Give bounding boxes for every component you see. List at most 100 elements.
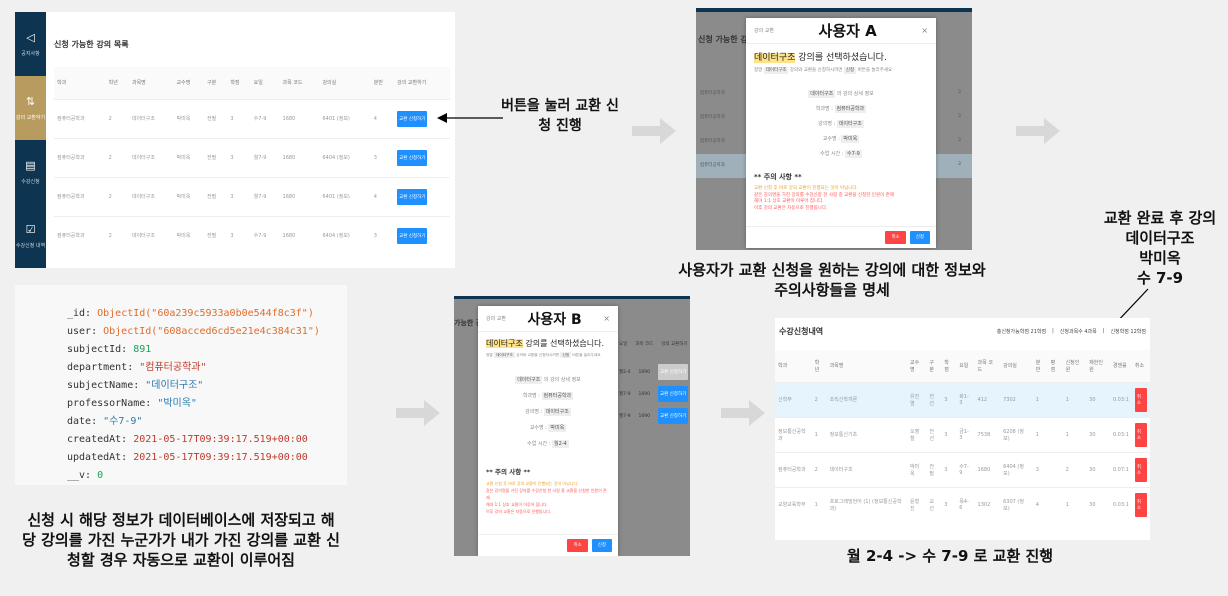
table-cell: 1302 <box>974 486 1001 522</box>
column-header: 경쟁률 <box>1109 350 1132 382</box>
field-value: 수7-9 <box>845 150 862 158</box>
caption-db: 신청 시 해당 정보가 데이터베이스에 저장되고 해당 강의를 가진 누군가가 … <box>22 511 340 569</box>
exchange-request-button[interactable]: 교환 신청하기 <box>657 386 689 402</box>
table-cell: 0.07:1 <box>1109 451 1132 487</box>
table-cell: 데이터구조 <box>826 451 908 487</box>
sidebar-item[interactable]: ◁ 공지사항 <box>15 12 46 76</box>
table-cell: 6404 (정보) <box>319 137 371 177</box>
db-field: date: "수7-9" <box>67 416 143 427</box>
bg-row: 월7-9 1690 교환 신청하기 <box>619 405 689 427</box>
bg-title: 신청 가능한 강 <box>698 35 748 44</box>
modal-heading: 강의를 선택하셨습니다. <box>525 339 605 348</box>
field-label: 교수명 : <box>529 425 547 431</box>
db-field: __v: 0 <box>67 470 104 481</box>
column-header: 분반 <box>1032 350 1048 382</box>
db-field-value: "박미옥" <box>157 398 197 409</box>
field-value: 월2-4 <box>552 440 569 448</box>
detail-field: 수업 시간 : 월2-4 <box>486 436 610 452</box>
notice-title: ** 주의 사항 ** <box>754 173 802 181</box>
column-header: 학점 <box>227 67 251 99</box>
db-field: subjectName: "데이터구조" <box>67 380 204 391</box>
bg-cell: 3 <box>958 138 961 143</box>
exchange-request-button[interactable]: 교환 신청하기 <box>397 188 428 205</box>
notice-title: ** 주의 사항 ** <box>486 468 531 476</box>
cancel-button[interactable]: 취소 <box>567 539 588 552</box>
table-row: 컴퓨터공학과 2 데이터구조 박미옥 전필 3 수7-9 1680 6404 (정보) 3 2 30 0… <box>775 451 1150 487</box>
table-cell: 월7-9 <box>250 137 280 177</box>
flow-arrow-icon <box>1016 118 1060 144</box>
field-label: 강의명 : <box>818 121 836 127</box>
column-header: 취소 <box>1131 350 1150 382</box>
detail-field: 학과명 : 컴퓨터공학과 <box>486 388 610 404</box>
close-icon[interactable]: × <box>921 26 928 35</box>
exchange-request-button[interactable]: 교환 신청하기 <box>397 149 428 166</box>
instr: 버튼을 눌러주세요 <box>857 68 893 73</box>
cancel-enrollment-button[interactable]: 취소 <box>1134 457 1147 482</box>
db-field: user: ObjectId("608acced6cd5e21e4c384c31… <box>67 326 320 337</box>
table-row: 컴퓨터공학과 2 데이터구조 박미옥 전필 3 월7-9 1680 6404 (정보) 3 교환 신… <box>54 137 450 177</box>
column-header: 강의실 <box>319 67 371 99</box>
modal-b-screenshot: 가능한 강 요일 과목 코드 강의 교환하기 월2-4 1690 교환 신청하기 월7-9 1… <box>454 296 690 556</box>
db-field-value: ObjectId("608acced6cd5e21e4c384c31") <box>103 326 320 337</box>
bg-cell: 3 <box>958 114 961 119</box>
column-header: 학년 <box>105 67 129 99</box>
table-cell: 정보통신기초 <box>826 416 908 452</box>
exchange-request-button[interactable]: 교환 신청하기 <box>657 408 689 424</box>
sidebar-item[interactable]: ▤ 수강신청 <box>15 140 46 204</box>
field-label: 학과명 : <box>815 106 833 112</box>
submit-button[interactable]: 신청 <box>909 231 930 244</box>
cancel-enrollment-button[interactable]: 취소 <box>1134 422 1147 447</box>
table-cell: 4 <box>370 98 395 138</box>
close-icon[interactable]: × <box>603 314 610 323</box>
field-value: 데이터구조 <box>543 408 571 416</box>
column-header: 과목명 <box>128 67 174 99</box>
table-cell: 전필 <box>926 451 942 487</box>
sidebar-item[interactable]: ☑ 수강신청 내역 <box>15 204 46 268</box>
table-cell: 6401 (정보) <box>319 176 371 216</box>
bg-cell: 월2-4 <box>619 370 631 375</box>
course-highlight: 데이터구조 <box>754 53 796 63</box>
db-field-value: 2021-05-17T09:39:17.519+00:00 <box>133 452 308 463</box>
submit-button[interactable]: 신청 <box>591 539 612 552</box>
detail-field: 수업 시간 : 수7-9 <box>754 147 928 162</box>
exchange-request-button[interactable]: 교환 신청하기 <box>657 364 689 380</box>
table-cell: 0.03:1 <box>1109 416 1132 452</box>
table-cell: 전선 <box>926 381 942 417</box>
cancel-button[interactable]: 취소 <box>885 231 906 244</box>
table-cell: 컴퓨터공학과 <box>54 137 106 177</box>
detail-title: 의 강의 상세 정보 <box>836 91 874 97</box>
bg-cell: 3 <box>958 162 961 167</box>
column-header: 과목명 <box>826 350 908 382</box>
table-cell: 3 <box>370 137 395 177</box>
table-cell: 3 <box>227 215 251 255</box>
table-cell: 수7-9 <box>250 98 280 138</box>
sidebar: ◁ 공지사항 ⇅ 강의 교환하기 ▤ 수강신청 ☑ 수강신청 내역 <box>15 12 46 268</box>
caption-modal-a: 사용자가 교환 신청을 원하는 강의에 대한 정보와 주의사항들을 명세 <box>678 261 986 299</box>
bg-row: 컴퓨터공학과 <box>700 139 725 144</box>
table-cell: 월7-9 <box>250 176 280 216</box>
table-cell: 1680 <box>279 215 320 255</box>
table-cell: 6208 (정보) <box>1000 416 1033 452</box>
sidebar-item[interactable]: ⇅ 강의 교환하기 <box>15 76 46 140</box>
summary-item: 신청학점 12학점 <box>1110 329 1146 335</box>
exchange-request-button[interactable]: 교환 신청하기 <box>397 110 428 127</box>
table-cell: 3 <box>227 176 251 216</box>
table-cell: 3 <box>941 486 957 522</box>
table-cell: 0.03:1 <box>1109 486 1132 522</box>
table-cell <box>1047 381 1063 417</box>
db-field-value: 0 <box>97 470 104 481</box>
table-cell <box>1047 486 1063 522</box>
tag: 신청 <box>843 67 857 74</box>
cancel-enrollment-button[interactable]: 취소 <box>1134 387 1147 412</box>
table-cell <box>1047 416 1063 452</box>
table-cell: 2 <box>105 137 129 177</box>
divider: | <box>1052 328 1054 334</box>
bg-col: 강의 교환하기 <box>661 342 688 347</box>
instr: 버튼을 눌러주세요 <box>572 353 601 357</box>
field-value: 박미옥 <box>548 424 567 432</box>
cancel-enrollment-button[interactable]: 취소 <box>1134 492 1147 517</box>
tag: 데이터구조 <box>763 67 789 74</box>
sidebar-item-label: 수강신청 내역 <box>15 243 46 249</box>
table-cell: 1680 <box>279 176 320 216</box>
exchange-request-button[interactable]: 교환 신청하기 <box>397 227 428 244</box>
